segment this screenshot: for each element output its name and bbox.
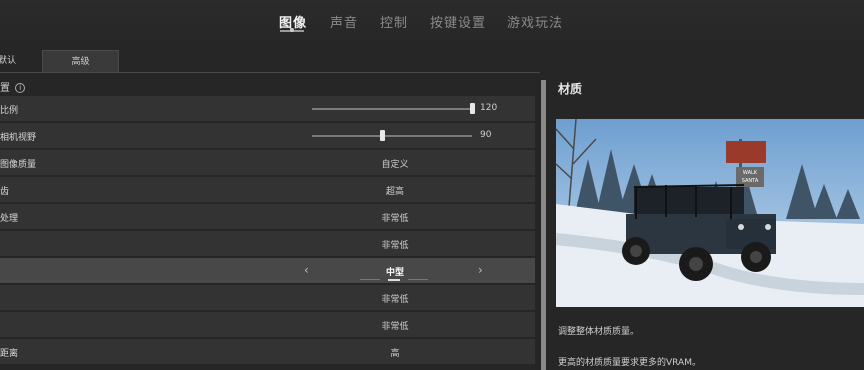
- row-value: 超高: [385, 187, 404, 197]
- section-title: 置: [0, 83, 10, 94]
- settings-row-scale[interactable]: 比例 120: [0, 96, 535, 121]
- settings-list: 比例 120 相机视野 90 图像质量 自定义 齿 超高 处理 非常低 非常低 …: [0, 96, 535, 366]
- fov-slider-track[interactable]: [312, 135, 472, 137]
- scale-slider-track[interactable]: [312, 108, 472, 110]
- settings-row-antialiasing[interactable]: 齿 超高: [0, 177, 535, 202]
- scrollbar[interactable]: [541, 80, 546, 370]
- subtab-default[interactable]: 默认: [0, 50, 22, 72]
- settings-row[interactable]: 非常低: [0, 285, 535, 310]
- row-value: 高: [390, 349, 400, 359]
- row-value: 非常低: [381, 241, 409, 251]
- row-label: 处理: [0, 214, 19, 224]
- settings-row[interactable]: 非常低: [0, 231, 535, 256]
- row-label: 齿: [0, 187, 10, 197]
- settings-row[interactable]: 非常低: [0, 312, 535, 337]
- settings-row-post-processing[interactable]: 处理 非常低: [0, 204, 535, 229]
- row-label: 图像质量: [0, 160, 37, 170]
- row-value: 非常低: [381, 214, 409, 224]
- option-pager: [360, 279, 430, 281]
- settings-row-camera-fov[interactable]: 相机视野 90: [0, 123, 535, 148]
- svg-text:SANTA: SANTA: [742, 178, 759, 184]
- panel-title: 材质: [558, 82, 583, 96]
- fov-slider-value: 90: [480, 130, 492, 140]
- svg-text:WALK: WALK: [743, 170, 758, 176]
- tab-keybindings[interactable]: 按键设置: [430, 12, 486, 31]
- section-header: 置 i: [0, 79, 26, 94]
- tab-sound[interactable]: 声音: [330, 12, 358, 31]
- tab-gameplay[interactable]: 游戏玩法: [507, 12, 563, 31]
- settings-row-selected[interactable]: ‹ 中型 ›: [0, 258, 535, 283]
- row-value: 中型: [385, 268, 404, 278]
- scrollbar-thumb[interactable]: [541, 80, 546, 370]
- preview-scene: WALK SANTA: [556, 119, 864, 307]
- row-label: 比例: [0, 106, 19, 116]
- scale-slider-thumb[interactable]: [470, 103, 475, 114]
- panel-description-2: 更高的材质质量要求更多的VRAM。: [558, 358, 701, 368]
- active-tab-dot: [290, 28, 294, 32]
- settings-row-view-distance[interactable]: 距离 高: [0, 339, 535, 364]
- tab-controls[interactable]: 控制: [380, 12, 408, 31]
- row-value: 非常低: [381, 295, 409, 305]
- scale-slider-value: 120: [480, 103, 498, 113]
- row-value: 非常低: [381, 322, 409, 332]
- info-icon[interactable]: i: [15, 83, 26, 93]
- subtab-divider: [0, 72, 540, 73]
- panel-description-1: 调整整体材质质量。: [558, 327, 640, 337]
- settings-row-image-quality[interactable]: 图像质量 自定义: [0, 150, 535, 175]
- row-label: 距离: [0, 349, 19, 359]
- subtab-advanced[interactable]: 高级: [42, 50, 119, 72]
- chevron-right-icon[interactable]: ›: [478, 263, 483, 277]
- row-value: 自定义: [381, 160, 409, 170]
- fov-slider-thumb[interactable]: [380, 130, 386, 141]
- top-navigation: 图像 声音 控制 按键设置 游戏玩法: [0, 0, 864, 42]
- row-label: 相机视野: [0, 133, 37, 143]
- texture-preview-image: WALK SANTA: [556, 119, 864, 307]
